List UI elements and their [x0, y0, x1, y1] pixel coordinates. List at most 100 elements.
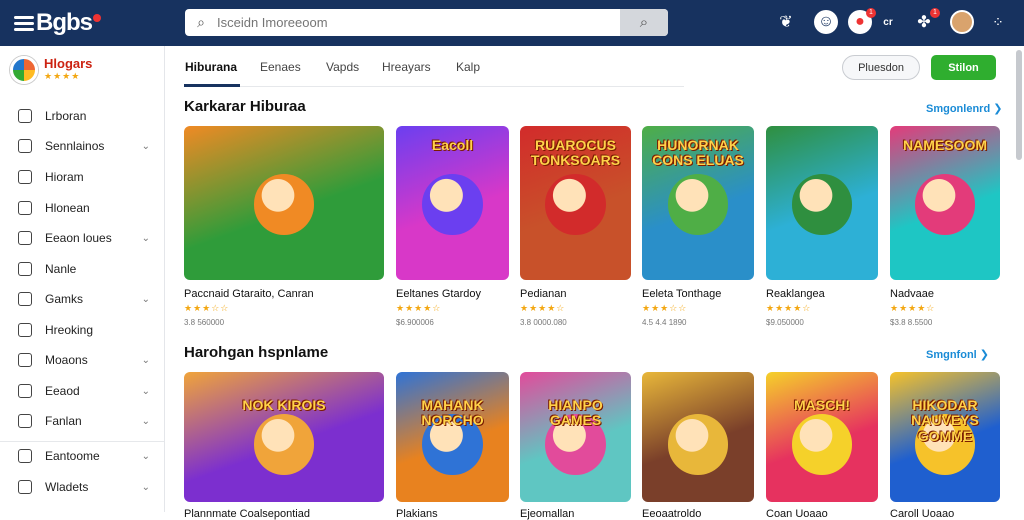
scrollbar-thumb[interactable]: [1016, 50, 1022, 160]
game-title[interactable]: Pedianan: [520, 288, 567, 300]
notification-badge: 1: [866, 8, 876, 18]
character-illustration: [545, 174, 606, 235]
game-meta: 3.8 560000: [184, 318, 225, 327]
game-title[interactable]: Eeltanes Gtardoy: [396, 288, 481, 300]
profile-avatar[interactable]: [950, 10, 974, 34]
chevron-down-icon[interactable]: ⌄: [142, 386, 150, 397]
spark-icon[interactable]: ❦: [774, 10, 798, 34]
tab-item[interactable]: Kalp: [456, 60, 480, 74]
thumbnail-title-art: HIANPO GAMES: [548, 397, 603, 429]
thumbnail-title-art: HIKODAR NAUVEYS GOMME: [911, 397, 979, 444]
sidebar-brand[interactable]: Hlogars ★★★★: [10, 56, 92, 84]
sidebar-item[interactable]: Eantoome ⌄: [0, 442, 164, 470]
logo-dot: [93, 14, 101, 22]
tab-item[interactable]: Hiburana: [185, 60, 237, 74]
sidebar-item[interactable]: Sennlainos ⌄: [0, 132, 164, 160]
sidebar-item[interactable]: Hlonean: [0, 194, 164, 222]
tab-item[interactable]: Eenaes: [260, 60, 301, 74]
game-title[interactable]: Ejeomallan: [520, 508, 574, 520]
character-illustration: [253, 414, 315, 475]
sidebar-item-icon: [18, 201, 32, 215]
sidebar-item-icon: [18, 384, 32, 398]
chevron-down-icon[interactable]: ⌄: [142, 233, 150, 244]
sidebar-item-label: Lrboran: [45, 109, 87, 123]
tab-item[interactable]: Hreayars: [382, 60, 431, 74]
game-thumbnail[interactable]: HUNORNAK CONS ELUAS: [642, 126, 754, 280]
menu-icon[interactable]: [14, 13, 34, 34]
sidebar-item[interactable]: Wladets ⌄: [0, 473, 164, 501]
search-bar[interactable]: ⌕ ⌕: [185, 9, 668, 36]
character-illustration: [791, 174, 853, 235]
grid-icon[interactable]: ⁘: [986, 10, 1010, 34]
sidebar-item[interactable]: Nanle: [0, 255, 164, 283]
controller-icon[interactable]: ✤ 1: [912, 8, 940, 34]
game-title[interactable]: Caroll Uoaao: [890, 508, 954, 520]
game-thumbnail[interactable]: MAHANK NORCHO: [396, 372, 509, 502]
notification-icon[interactable]: ● 1: [848, 8, 876, 34]
game-title[interactable]: Reaklangea: [766, 288, 825, 300]
sidebar-item[interactable]: Eeaon loues ⌄: [0, 224, 164, 252]
sidebar-item-icon: [18, 170, 32, 184]
game-thumbnail[interactable]: [642, 372, 754, 502]
sidebar-item[interactable]: Eeaod ⌄: [0, 377, 164, 405]
sidebar-item-icon: [18, 449, 32, 463]
settings-icon[interactable]: cr: [876, 10, 900, 34]
game-meta: 4.5 4.4 1890: [642, 318, 687, 327]
chevron-down-icon[interactable]: ⌄: [142, 141, 150, 152]
sidebar-item[interactable]: Hioram: [0, 163, 164, 191]
sidebar-item-icon: [18, 353, 32, 367]
chevron-down-icon[interactable]: ⌄: [142, 451, 150, 462]
primary-button[interactable]: Stilon: [931, 55, 996, 80]
game-title[interactable]: Paccnaid Gtaraito, Canran: [184, 288, 314, 300]
chevron-down-icon[interactable]: ⌄: [142, 355, 150, 366]
game-thumbnail[interactable]: [184, 126, 384, 280]
sidebar-item-icon: [18, 414, 32, 428]
sidebar-item[interactable]: Hreoking: [0, 316, 164, 344]
sidebar-item-label: Fanlan: [45, 414, 82, 428]
chevron-down-icon[interactable]: ⌄: [142, 416, 150, 427]
sidebar-item[interactable]: Lrboran: [0, 102, 164, 130]
chevron-down-icon[interactable]: ⌄: [142, 482, 150, 493]
rating-stars: ★★★★☆: [396, 303, 442, 313]
game-title[interactable]: Plakians: [396, 508, 438, 520]
game-title[interactable]: Coan Uoaao: [766, 508, 828, 520]
game-thumbnail[interactable]: HIKODAR NAUVEYS GOMME: [890, 372, 1000, 502]
sidebar-item-label: Eantoome: [45, 449, 100, 463]
brand-name: Hlogars: [44, 56, 93, 71]
search-input[interactable]: [217, 15, 620, 30]
thumbnail-title-art: Eacoll: [431, 137, 474, 153]
sidebar-item-icon: [18, 139, 32, 153]
sidebar-item[interactable]: Moaons ⌄: [0, 346, 164, 374]
character-illustration: [914, 174, 976, 235]
see-all-link[interactable]: Smgnfonl ❯: [926, 348, 989, 361]
app-logo[interactable]: Bgbs: [14, 9, 101, 37]
see-all-link[interactable]: Smgonlenrd ❯: [926, 102, 1002, 115]
game-title[interactable]: Eeoaatroldo: [642, 508, 701, 520]
sidebar-item[interactable]: Gamks ⌄: [0, 285, 164, 313]
game-thumbnail[interactable]: HIANPO GAMES: [520, 372, 631, 502]
game-thumbnail[interactable]: Eacoll: [396, 126, 509, 280]
thumbnail-title-art: MAHANK NORCHO: [421, 397, 484, 429]
chevron-down-icon[interactable]: ⌄: [142, 294, 150, 305]
game-title[interactable]: Plannmate Coalsepontiad: [184, 508, 310, 520]
game-thumbnail[interactable]: NOK KIROIS: [184, 372, 384, 502]
game-title[interactable]: Eeleta Tonthage: [642, 288, 721, 300]
search-button[interactable]: ⌕: [620, 9, 668, 36]
account-avatar-icon[interactable]: ☺: [814, 10, 838, 34]
game-meta: $9.050000: [766, 318, 804, 327]
game-thumbnail[interactable]: RUAROCUS TONKSOARS: [520, 126, 631, 280]
secondary-button[interactable]: Pluesdon: [842, 55, 920, 80]
game-title[interactable]: Nadvaae: [890, 288, 934, 300]
sidebar-item-icon: [18, 292, 32, 306]
game-thumbnail[interactable]: NAMESOOM: [890, 126, 1000, 280]
sidebar-item-label: Nanle: [45, 262, 77, 276]
game-thumbnail[interactable]: [766, 126, 878, 280]
rating-stars: ★★★★☆: [520, 303, 566, 313]
thumbnail-title-art: HUNORNAK CONS ELUAS: [652, 137, 744, 169]
tab-item[interactable]: Vapds: [326, 60, 359, 74]
sidebar-item[interactable]: Fanlan ⌄: [0, 407, 164, 435]
game-thumbnail[interactable]: MASCH!: [766, 372, 878, 502]
brand-stars: ★★★★: [44, 71, 81, 81]
sidebar: Hlogars ★★★★ Lrboran Sennlainos ⌄ Hioram Hlo…: [0, 46, 165, 512]
sidebar-item-label: Moaons: [45, 353, 88, 367]
